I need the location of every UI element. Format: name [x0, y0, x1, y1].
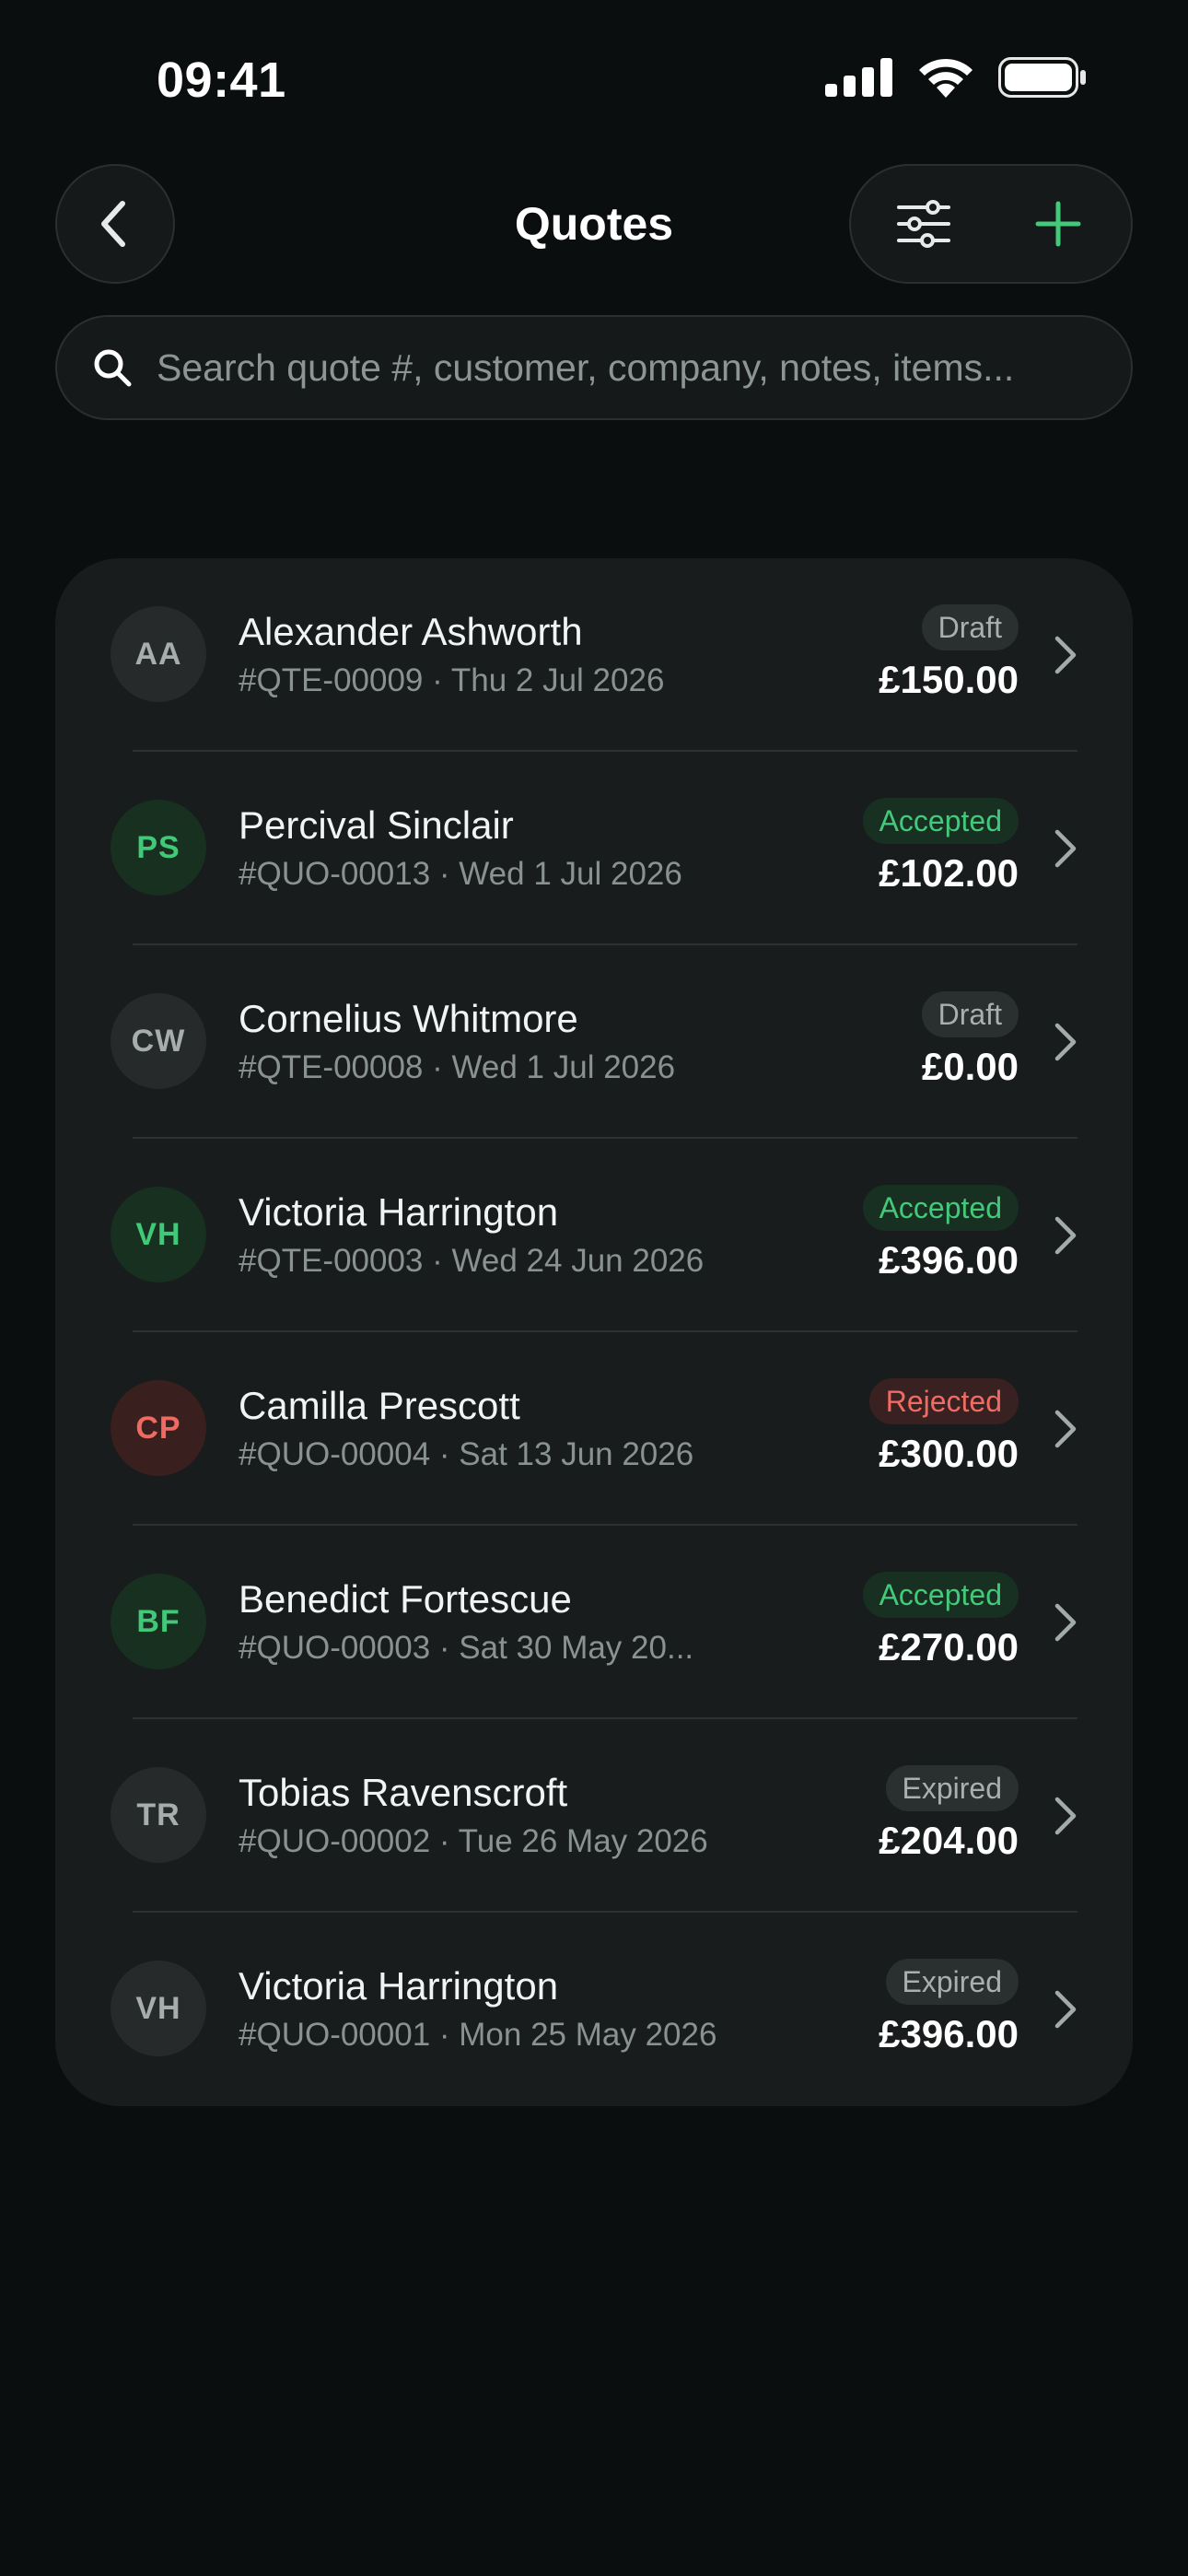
status-time: 09:41: [157, 53, 286, 108]
status-badge: Accepted: [862, 1185, 1019, 1231]
customer-avatar: CW: [111, 993, 206, 1089]
status-badge: Accepted: [862, 798, 1019, 844]
status-badge: Rejected: [868, 1378, 1019, 1424]
customer-avatar: CP: [111, 1380, 206, 1476]
header-actions: [849, 164, 1133, 284]
quote-meta: #QTE-00008 · Wed 1 Jul 2026: [239, 1049, 676, 1085]
quote-row-text: Camilla Prescott #QUO-00004 · Sat 13 Jun…: [239, 1382, 809, 1476]
quote-amount: £270.00: [879, 1625, 1019, 1669]
quote-row-text: Tobias Ravenscroft #QUO-00002 · Tue 26 M…: [239, 1769, 809, 1863]
quote-row-summary: Accepted £102.00: [862, 798, 1019, 896]
search-bar: [55, 315, 1133, 420]
customer-avatar: BF: [111, 1574, 206, 1669]
quote-row-summary: Accepted £270.00: [862, 1572, 1019, 1669]
search-icon: [94, 349, 132, 387]
customer-avatar: VH: [111, 1961, 206, 2056]
wifi-icon: [919, 58, 973, 98]
customer-name: Cornelius Whitmore: [239, 997, 578, 1040]
quote-meta: #QUO-00003 · Sat 30 May 20...: [239, 1630, 694, 1666]
status-badge: Expired: [885, 1959, 1019, 2005]
quote-meta: #QUO-00013 · Wed 1 Jul 2026: [239, 856, 682, 892]
quote-row-text: Benedict Fortescue #QUO-00003 · Sat 30 M…: [239, 1575, 809, 1669]
quote-amount: £300.00: [879, 1432, 1019, 1475]
customer-name: Camilla Prescott: [239, 1384, 520, 1427]
status-badge: Expired: [885, 1765, 1019, 1811]
chevron-right-icon: [1054, 829, 1077, 868]
quote-row-3[interactable]: CW Cornelius Whitmore #QTE-00008 · Wed 1…: [55, 945, 1133, 1139]
customer-name: Tobias Ravenscroft: [239, 1771, 568, 1814]
quote-meta: #QTE-00003 · Wed 24 Jun 2026: [239, 1243, 705, 1279]
quote-row-summary: Expired £396.00: [879, 1959, 1019, 2056]
quote-row-text: Percival Sinclair #QUO-00013 · Wed 1 Jul…: [239, 802, 809, 896]
quote-amount: £102.00: [879, 851, 1019, 895]
quote-row-summary: Expired £204.00: [879, 1765, 1019, 1863]
cellular-signal-icon: [825, 58, 892, 97]
quote-row-summary: Draft £0.00: [921, 991, 1019, 1089]
quote-row-summary: Rejected £300.00: [868, 1378, 1019, 1476]
quote-meta: #QTE-00009 · Thu 2 Jul 2026: [239, 662, 665, 698]
quote-row-7[interactable]: TR Tobias Ravenscroft #QUO-00002 · Tue 2…: [55, 1719, 1133, 1913]
status-badge: Accepted: [862, 1572, 1019, 1618]
customer-name: Victoria Harrington: [239, 1964, 559, 2008]
chevron-right-icon: [1054, 1797, 1077, 1835]
customer-name: Benedict Fortescue: [239, 1577, 572, 1621]
quote-list: AA Alexander Ashworth #QTE-00009 · Thu 2…: [55, 558, 1133, 2106]
customer-avatar: AA: [111, 606, 206, 702]
customer-avatar: TR: [111, 1767, 206, 1863]
quote-row-5[interactable]: CP Camilla Prescott #QUO-00004 · Sat 13 …: [55, 1332, 1133, 1526]
search-input[interactable]: [155, 345, 1131, 391]
quote-row-2[interactable]: PS Percival Sinclair #QUO-00013 · Wed 1 …: [55, 752, 1133, 945]
quote-row-summary: Draft £150.00: [879, 604, 1019, 702]
quote-meta: #QUO-00004 · Sat 13 Jun 2026: [239, 1436, 694, 1472]
quote-row-4[interactable]: VH Victoria Harrington #QTE-00003 · Wed …: [55, 1139, 1133, 1332]
battery-icon: [998, 57, 1086, 98]
chevron-right-icon: [1054, 636, 1077, 674]
chevron-right-icon: [1054, 1990, 1077, 2029]
quote-row-summary: Accepted £396.00: [862, 1185, 1019, 1282]
chevron-right-icon: [1054, 1216, 1077, 1255]
plus-icon: [1035, 201, 1081, 247]
quote-row-text: Alexander Ashworth #QTE-00009 · Thu 2 Ju…: [239, 608, 809, 702]
status-bar: 09:41: [0, 0, 1188, 157]
add-quote-button[interactable]: [1024, 190, 1092, 258]
customer-name: Victoria Harrington: [239, 1190, 559, 1234]
quote-row-8[interactable]: VH Victoria Harrington #QUO-00001 · Mon …: [55, 1913, 1133, 2106]
quote-row-text: Cornelius Whitmore #QTE-00008 · Wed 1 Ju…: [239, 995, 809, 1089]
quote-meta: #QUO-00002 · Tue 26 May 2026: [239, 1823, 708, 1859]
quote-row-text: Victoria Harrington #QUO-00001 · Mon 25 …: [239, 1962, 809, 2056]
chevron-right-icon: [1054, 1023, 1077, 1061]
quote-row-6[interactable]: BF Benedict Fortescue #QUO-00003 · Sat 3…: [55, 1526, 1133, 1719]
customer-name: Percival Sinclair: [239, 803, 514, 847]
status-icons: [825, 57, 1087, 98]
customer-avatar: PS: [111, 800, 206, 896]
quote-amount: £150.00: [879, 658, 1019, 701]
quote-row-text: Victoria Harrington #QTE-00003 · Wed 24 …: [239, 1188, 809, 1282]
customer-avatar: VH: [111, 1187, 206, 1282]
status-badge: Draft: [921, 991, 1019, 1037]
customer-name: Alexander Ashworth: [239, 610, 583, 653]
filter-button[interactable]: [890, 190, 958, 258]
quote-amount: £0.00: [921, 1045, 1019, 1088]
quote-amount: £396.00: [879, 2012, 1019, 2055]
chevron-right-icon: [1054, 1410, 1077, 1448]
quote-amount: £396.00: [879, 1238, 1019, 1282]
header: Quotes: [0, 164, 1188, 286]
quote-meta: #QUO-00001 · Mon 25 May 2026: [239, 2017, 717, 2053]
chevron-right-icon: [1054, 1603, 1077, 1642]
status-badge: Draft: [921, 604, 1019, 650]
quote-amount: £204.00: [879, 1819, 1019, 1862]
quote-row-1[interactable]: AA Alexander Ashworth #QTE-00009 · Thu 2…: [55, 558, 1133, 752]
sliders-icon: [897, 200, 950, 248]
